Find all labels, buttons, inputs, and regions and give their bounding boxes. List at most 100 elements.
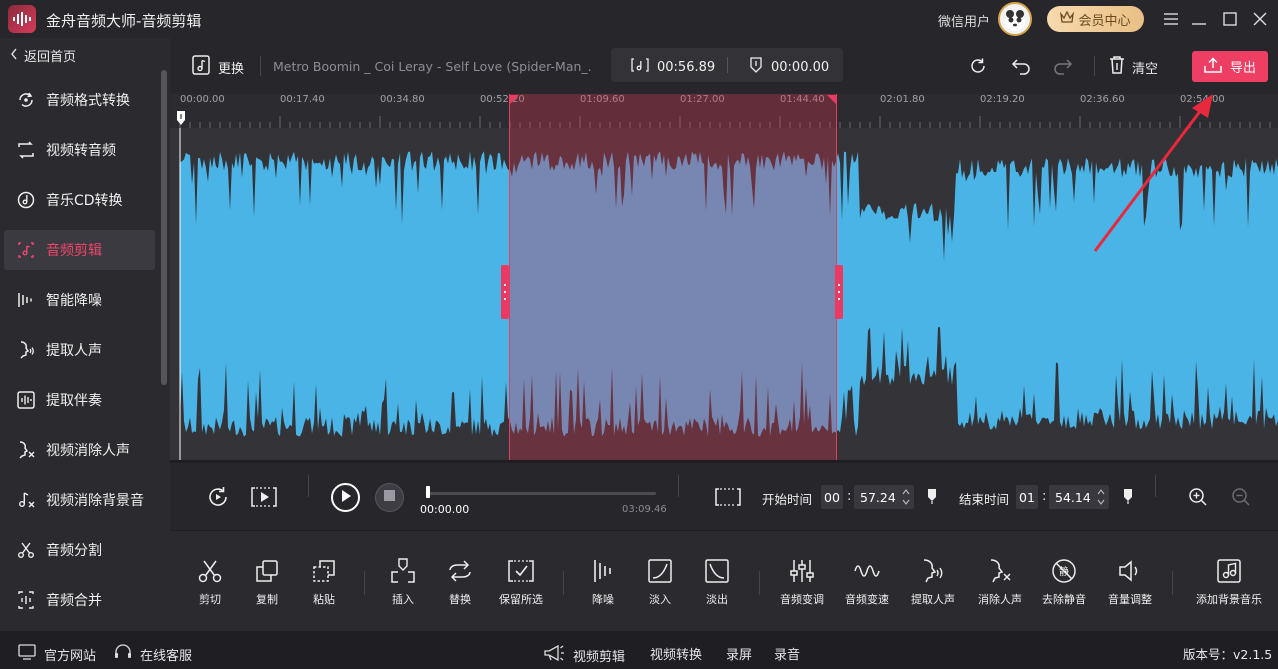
music-bracket-icon: [631, 57, 649, 77]
remove-silence-icon: 静: [1052, 559, 1076, 583]
divider: [364, 571, 365, 595]
tool-extract-vocal[interactable]: 提取人声: [898, 557, 968, 607]
record-screen-link[interactable]: 录屏: [726, 644, 752, 663]
set-end-marker-icon[interactable]: [1123, 488, 1133, 508]
minimize-icon[interactable]: [1188, 8, 1210, 30]
position-display: 00:00.00: [749, 57, 829, 77]
position-value: 00:00.00: [771, 59, 830, 75]
tool-replace[interactable]: 替换: [425, 557, 495, 607]
sidebar-item-label: 音频分割: [46, 543, 102, 559]
play-button[interactable]: [331, 483, 360, 512]
zoom-in-icon[interactable]: [1188, 487, 1208, 511]
back-home-link[interactable]: 返回首页: [10, 46, 76, 65]
close-icon[interactable]: [1249, 8, 1271, 30]
progress-knob[interactable]: [426, 486, 430, 498]
tool-speed[interactable]: 音频变速: [832, 557, 902, 607]
clear-button[interactable]: 清空: [1108, 55, 1158, 79]
divider: [1172, 571, 1173, 595]
tool-label: 粘贴: [313, 593, 335, 606]
video-convert-link[interactable]: 视频转换: [650, 644, 702, 663]
tool-label: 剪切: [199, 593, 221, 606]
tick-label: 00:00.00: [180, 94, 225, 105]
refresh-icon[interactable]: [968, 56, 988, 80]
export-button[interactable]: 导出: [1192, 51, 1268, 82]
selection-start-flag: [509, 94, 519, 109]
tool-label: 插入: [392, 593, 414, 606]
sidebar-item-cd-convert[interactable]: 音乐CD转换: [4, 180, 155, 220]
end-second-field[interactable]: 54.14: [1049, 485, 1109, 509]
website-link[interactable]: 官方网站: [18, 644, 96, 664]
change-label: 更换: [218, 61, 245, 77]
zoom-out-icon[interactable]: [1231, 487, 1251, 511]
sidebar-item-format-convert[interactable]: 音频格式转换: [4, 80, 155, 120]
crown-icon: [1060, 10, 1075, 27]
selection-region[interactable]: [509, 94, 837, 460]
sidebar-item-audio-split[interactable]: 音频分割: [4, 530, 155, 570]
divider: [308, 475, 309, 497]
tool-volume[interactable]: 音量调整: [1095, 557, 1165, 607]
sidebar-item-video-to-audio[interactable]: 视频转音频: [4, 130, 155, 170]
playhead-marker[interactable]: [176, 110, 186, 130]
sidebar-item-noise-reduction[interactable]: 智能降噪: [4, 280, 155, 320]
sidebar-item-audio-cut[interactable]: 音频剪辑: [4, 230, 155, 270]
menu-icon[interactable]: [1160, 8, 1182, 30]
tool-paste[interactable]: 粘贴: [289, 557, 359, 607]
keep-selection-icon: [508, 560, 534, 582]
record-audio-link[interactable]: 录音: [774, 644, 800, 663]
tool-remove-silence[interactable]: 静 去除静音: [1029, 557, 1099, 607]
progress-track[interactable]: [428, 492, 656, 495]
tick-label: 00:34.80: [380, 94, 425, 105]
range-icon: [715, 487, 741, 511]
sidebar-item-video-remove-vocal[interactable]: 视频消除人声: [4, 430, 155, 470]
sidebar-item-extract-accompaniment[interactable]: 提取伴奏: [4, 380, 155, 420]
support-link[interactable]: 在线客服: [114, 644, 192, 664]
clear-label: 清空: [1132, 61, 1159, 77]
selection-end-flag: [827, 94, 837, 109]
avatar[interactable]: [998, 2, 1032, 36]
sidebar-item-extract-vocal[interactable]: 提取人声: [4, 330, 155, 370]
tool-remove-vocal[interactable]: 消除人声: [965, 557, 1035, 607]
stop-button[interactable]: [375, 483, 404, 512]
sidebar-scrollbar[interactable]: [161, 70, 167, 385]
tool-fade-out[interactable]: 淡出: [682, 557, 752, 607]
tick-label: 00:17.40: [280, 94, 325, 105]
start-minute-field[interactable]: 00: [821, 485, 843, 509]
replay-icon[interactable]: [206, 485, 230, 513]
change-file-button[interactable]: 更换: [192, 55, 244, 79]
sidebar-item-label: 音频合并: [46, 593, 102, 609]
tool-label: 消除人声: [978, 593, 1022, 606]
tool-pitch[interactable]: 音频变调: [767, 557, 837, 607]
undo-icon[interactable]: [1010, 56, 1032, 80]
tool-add-bgm[interactable]: 添加背景音乐: [1194, 557, 1264, 607]
divider: [260, 56, 261, 76]
megaphone-icon: [543, 644, 565, 666]
redo-icon[interactable]: [1052, 56, 1074, 80]
end-minute-field[interactable]: 01: [1016, 485, 1038, 509]
sidebar-item-video-remove-bgm[interactable]: 视频消除背景音: [4, 480, 155, 520]
play-selection-icon[interactable]: [251, 485, 277, 513]
current-time: 00:00.00: [420, 503, 470, 516]
video-to-audio-icon: [18, 141, 34, 159]
scissors-icon: [198, 560, 222, 583]
maximize-icon[interactable]: [1219, 8, 1241, 30]
selection-start-handle[interactable]: [501, 265, 509, 319]
divider: [678, 475, 679, 497]
tool-keep-selection[interactable]: 保留所选: [486, 557, 556, 607]
replace-icon: [449, 560, 471, 582]
sidebar-item-label: 视频转音频: [46, 143, 116, 159]
title-bar: 金舟音频大师-音频剪辑 微信用户 会员中心: [0, 0, 1278, 38]
divider: [1094, 56, 1095, 76]
spinner-icon[interactable]: [1097, 488, 1105, 509]
denoise-icon: [594, 560, 611, 582]
user-name[interactable]: 微信用户: [938, 11, 990, 30]
add-bgm-icon: [1217, 559, 1241, 583]
sidebar-item-audio-merge[interactable]: 音频合并: [4, 580, 155, 620]
spinner-icon[interactable]: [902, 488, 910, 509]
video-edit-link[interactable]: 视频剪辑: [543, 644, 625, 666]
start-second-field[interactable]: 57.24: [854, 485, 914, 509]
set-start-marker-icon[interactable]: [927, 488, 937, 508]
vip-center-button[interactable]: 会员中心: [1047, 6, 1144, 32]
divider: [563, 571, 564, 595]
video-remove-bgm-icon: [19, 492, 35, 508]
selection-end-handle[interactable]: [835, 265, 843, 319]
